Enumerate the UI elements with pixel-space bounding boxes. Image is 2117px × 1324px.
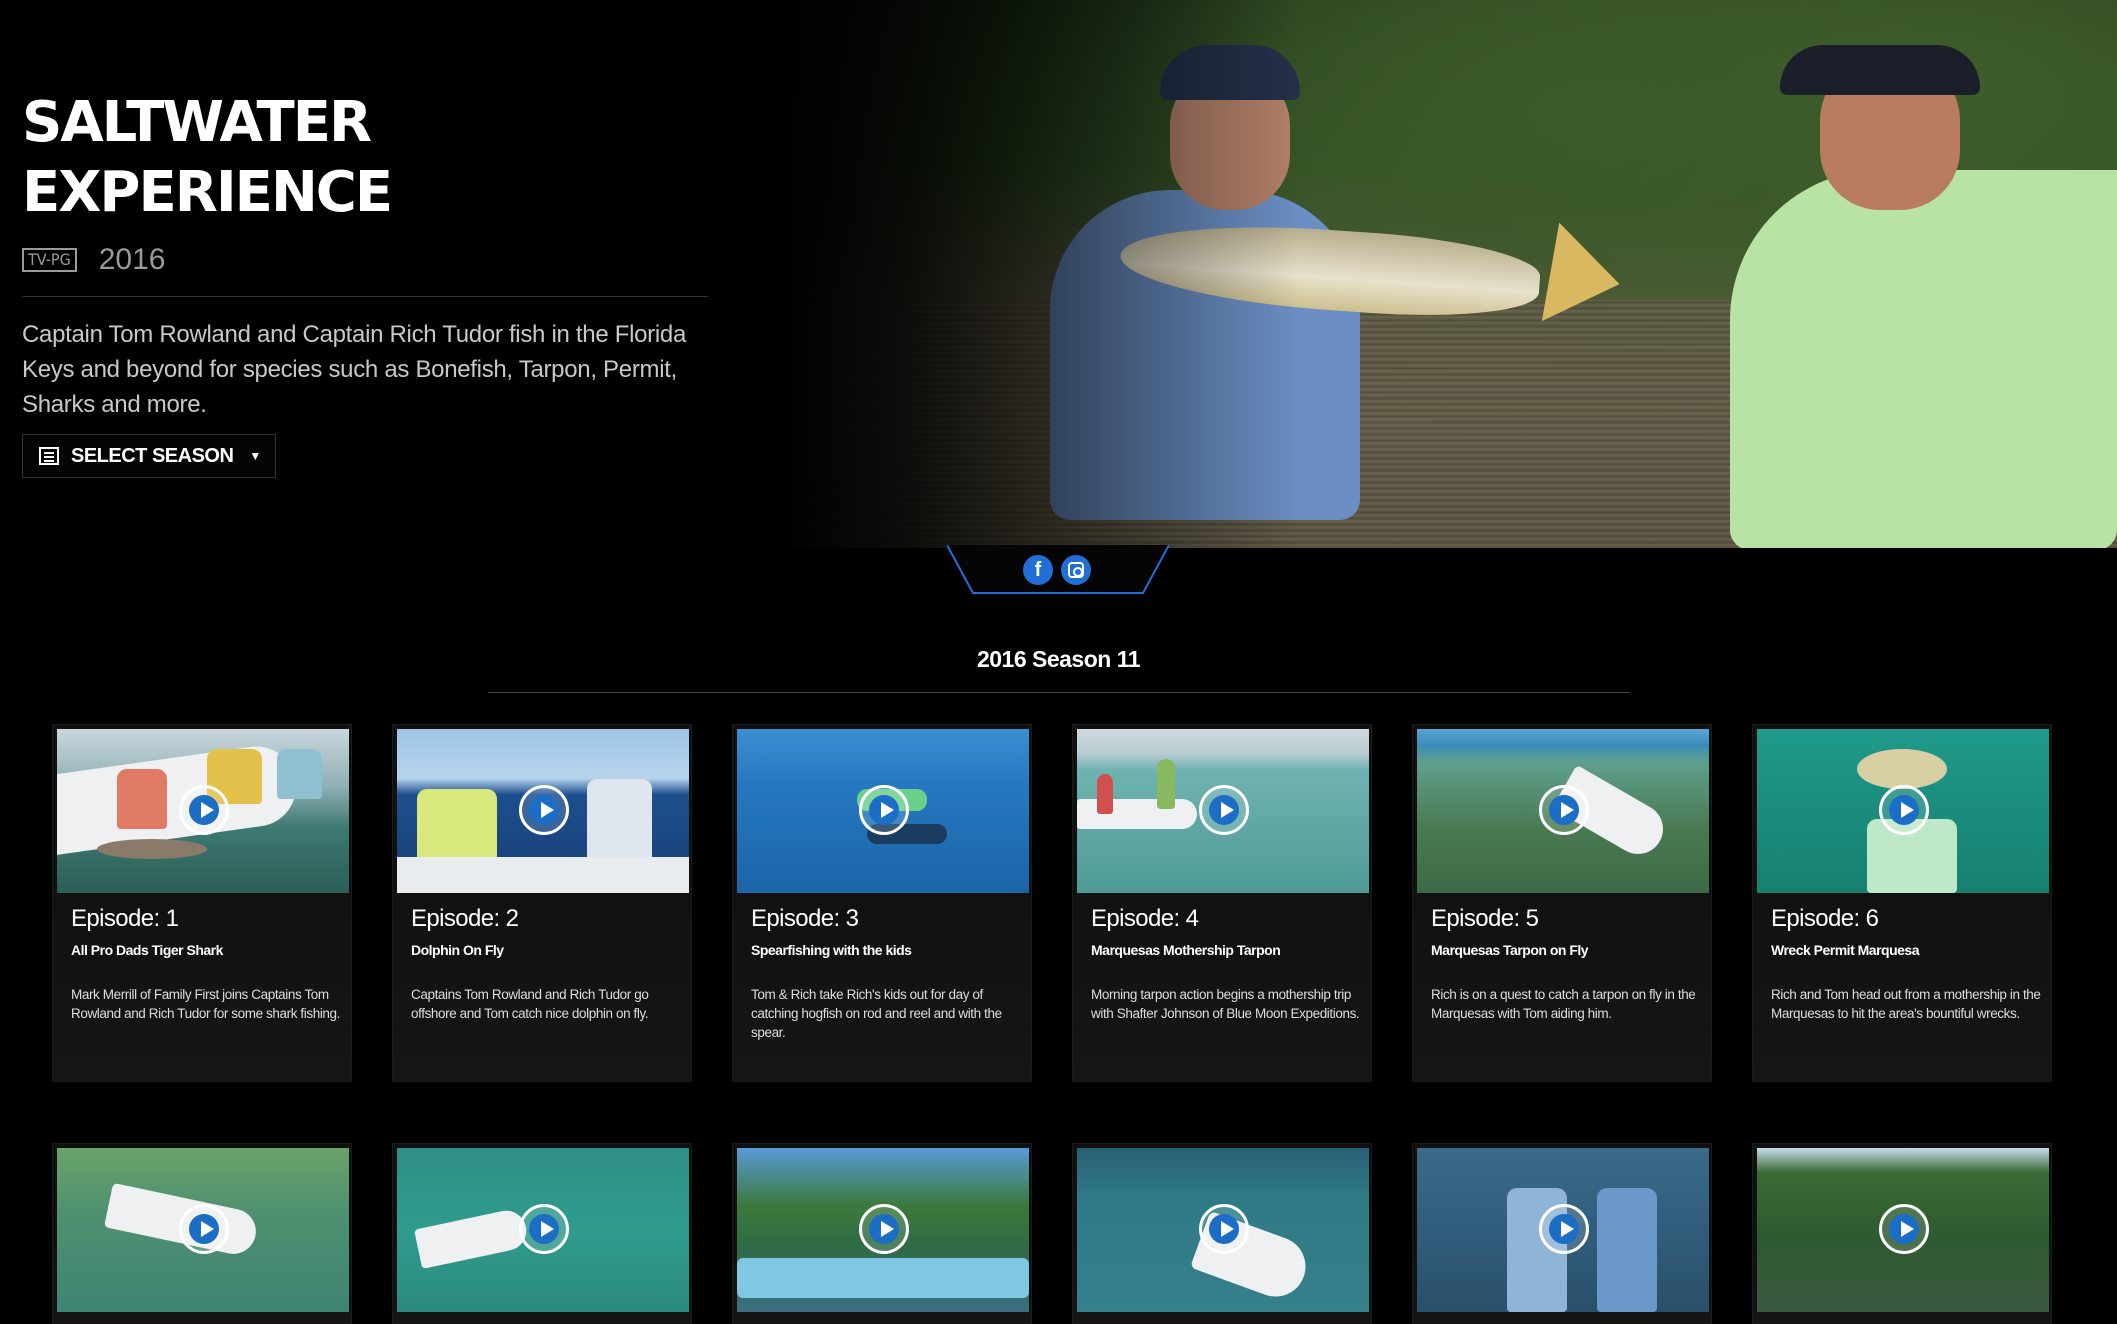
episode-card[interactable]: Episode: 3 Spearfishing with the kids To… [732, 724, 1032, 1082]
episode-description: Morning tarpon action begins a mothershi… [1091, 987, 1360, 1021]
instagram-icon[interactable] [1061, 555, 1091, 585]
episode-thumbnail [1757, 729, 2049, 893]
select-season-button[interactable]: SELECT SEASON ▼ [22, 434, 277, 478]
facebook-icon[interactable]: f [1023, 555, 1053, 585]
social-share-tab: f [947, 545, 1169, 597]
episode-title: Marquesas Mothership Tarpon [1091, 942, 1281, 958]
divider [22, 296, 708, 297]
episode-card[interactable] [1072, 1143, 1372, 1324]
caret-down-icon: ▼ [249, 449, 262, 463]
play-icon[interactable] [519, 785, 569, 835]
episode-number: Episode: 4 [1091, 905, 1199, 932]
show-info: SALTWATER EXPERIENCE TV-PG 2016 Captain … [22, 88, 722, 478]
play-icon[interactable] [859, 1204, 909, 1254]
episode-description: Tom & Rich take Rich's kids out for day … [751, 987, 1002, 1040]
episode-card[interactable]: Episode: 6 Wreck Permit Marquesa Rich an… [1752, 724, 2052, 1082]
episode-title: Spearfishing with the kids [751, 942, 912, 958]
episode-number: Episode: 6 [1771, 905, 1879, 932]
play-icon[interactable] [1879, 785, 1929, 835]
episode-description: Captains Tom Rowland and Rich Tudor go o… [411, 987, 649, 1021]
episode-card[interactable] [1412, 1143, 1712, 1324]
episode-thumbnail [1417, 729, 1709, 893]
list-icon [39, 447, 59, 465]
episode-card[interactable]: Episode: 1 All Pro Dads Tiger Shark Mark… [52, 724, 352, 1082]
episode-card[interactable] [52, 1143, 352, 1324]
play-icon[interactable] [1199, 1204, 1249, 1254]
select-season-label: SELECT SEASON [71, 444, 234, 467]
episode-thumbnail [1417, 1148, 1709, 1312]
play-icon[interactable] [1199, 785, 1249, 835]
episode-description: Rich and Tom head out from a mothership … [1771, 987, 2041, 1021]
play-icon[interactable] [1539, 1204, 1589, 1254]
season-divider [488, 692, 1630, 693]
episode-card[interactable]: Episode: 5 Marquesas Tarpon on Fly Rich … [1412, 724, 1712, 1082]
episode-card[interactable] [1752, 1143, 2052, 1324]
play-icon[interactable] [179, 785, 229, 835]
episode-card[interactable] [732, 1143, 1032, 1324]
episode-number: Episode: 5 [1431, 905, 1539, 932]
episode-thumbnail [737, 1148, 1029, 1312]
episode-thumbnail [397, 1148, 689, 1312]
hero-image [780, 0, 2117, 548]
episode-title: Dolphin On Fly [411, 942, 504, 958]
episode-card[interactable]: Episode: 2 Dolphin On Fly Captains Tom R… [392, 724, 692, 1082]
episode-description: Rich is on a quest to catch a tarpon on … [1431, 987, 1696, 1021]
show-description: Captain Tom Rowland and Captain Rich Tud… [22, 321, 686, 418]
episode-card[interactable]: Episode: 4 Marquesas Mothership Tarpon M… [1072, 724, 1372, 1082]
episode-number: Episode: 2 [411, 905, 519, 932]
play-icon[interactable] [1879, 1204, 1929, 1254]
episode-number: Episode: 3 [751, 905, 859, 932]
rating-badge: TV-PG [22, 248, 77, 272]
play-icon[interactable] [179, 1204, 229, 1254]
episode-title: All Pro Dads Tiger Shark [71, 942, 223, 958]
show-title: SALTWATER EXPERIENCE [22, 90, 393, 225]
episode-thumbnail [737, 729, 1029, 893]
episode-number: Episode: 1 [71, 905, 179, 932]
episode-title: Wreck Permit Marquesa [1771, 942, 1919, 958]
episode-thumbnail [397, 729, 689, 893]
episode-thumbnail [57, 729, 349, 893]
episode-thumbnail [1757, 1148, 2049, 1312]
play-icon[interactable] [859, 785, 909, 835]
play-icon[interactable] [1539, 785, 1589, 835]
season-heading: 2016 Season 11 [976, 646, 1141, 672]
show-hero: SALTWATER EXPERIENCE TV-PG 2016 Captain … [0, 0, 2117, 548]
episode-thumbnail [1077, 729, 1369, 893]
show-meta: TV-PG 2016 [22, 242, 722, 278]
show-year: 2016 [98, 243, 166, 276]
episode-description: Mark Merrill of Family First joins Capta… [71, 987, 340, 1021]
episode-thumbnail [1077, 1148, 1369, 1312]
episode-thumbnail [57, 1148, 349, 1312]
episode-card[interactable] [392, 1143, 692, 1324]
episode-title: Marquesas Tarpon on Fly [1431, 942, 1589, 958]
play-icon[interactable] [519, 1204, 569, 1254]
